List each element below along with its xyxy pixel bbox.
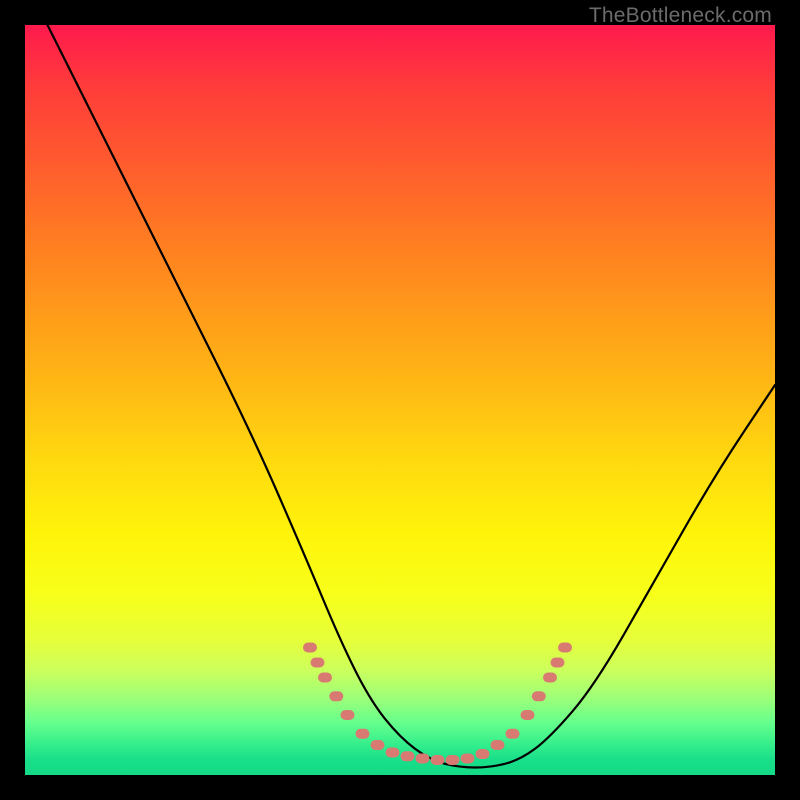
marker-dot [303, 643, 317, 653]
marker-dot [356, 729, 370, 739]
marker-dot [341, 710, 355, 720]
plot-area [25, 25, 775, 775]
marker-dot [543, 673, 557, 683]
marker-dot [401, 751, 415, 761]
chart-frame: TheBottleneck.com [0, 0, 800, 800]
marker-dot [558, 643, 572, 653]
marker-dot [446, 755, 460, 765]
marker-group [303, 643, 572, 766]
marker-dot [431, 755, 445, 765]
marker-dot [311, 658, 325, 668]
marker-dot [476, 749, 490, 759]
marker-dot [506, 729, 520, 739]
marker-dot [491, 740, 505, 750]
main-curve [48, 25, 776, 768]
marker-dot [521, 710, 535, 720]
marker-dot [416, 754, 430, 764]
marker-dot [551, 658, 565, 668]
watermark-text: TheBottleneck.com [589, 4, 772, 28]
marker-dot [386, 748, 400, 758]
chart-svg [25, 25, 775, 775]
marker-dot [461, 754, 475, 764]
marker-dot [532, 691, 546, 701]
marker-dot [318, 673, 332, 683]
bottleneck-curve [48, 25, 776, 768]
marker-dot [329, 691, 343, 701]
marker-dot [371, 740, 385, 750]
